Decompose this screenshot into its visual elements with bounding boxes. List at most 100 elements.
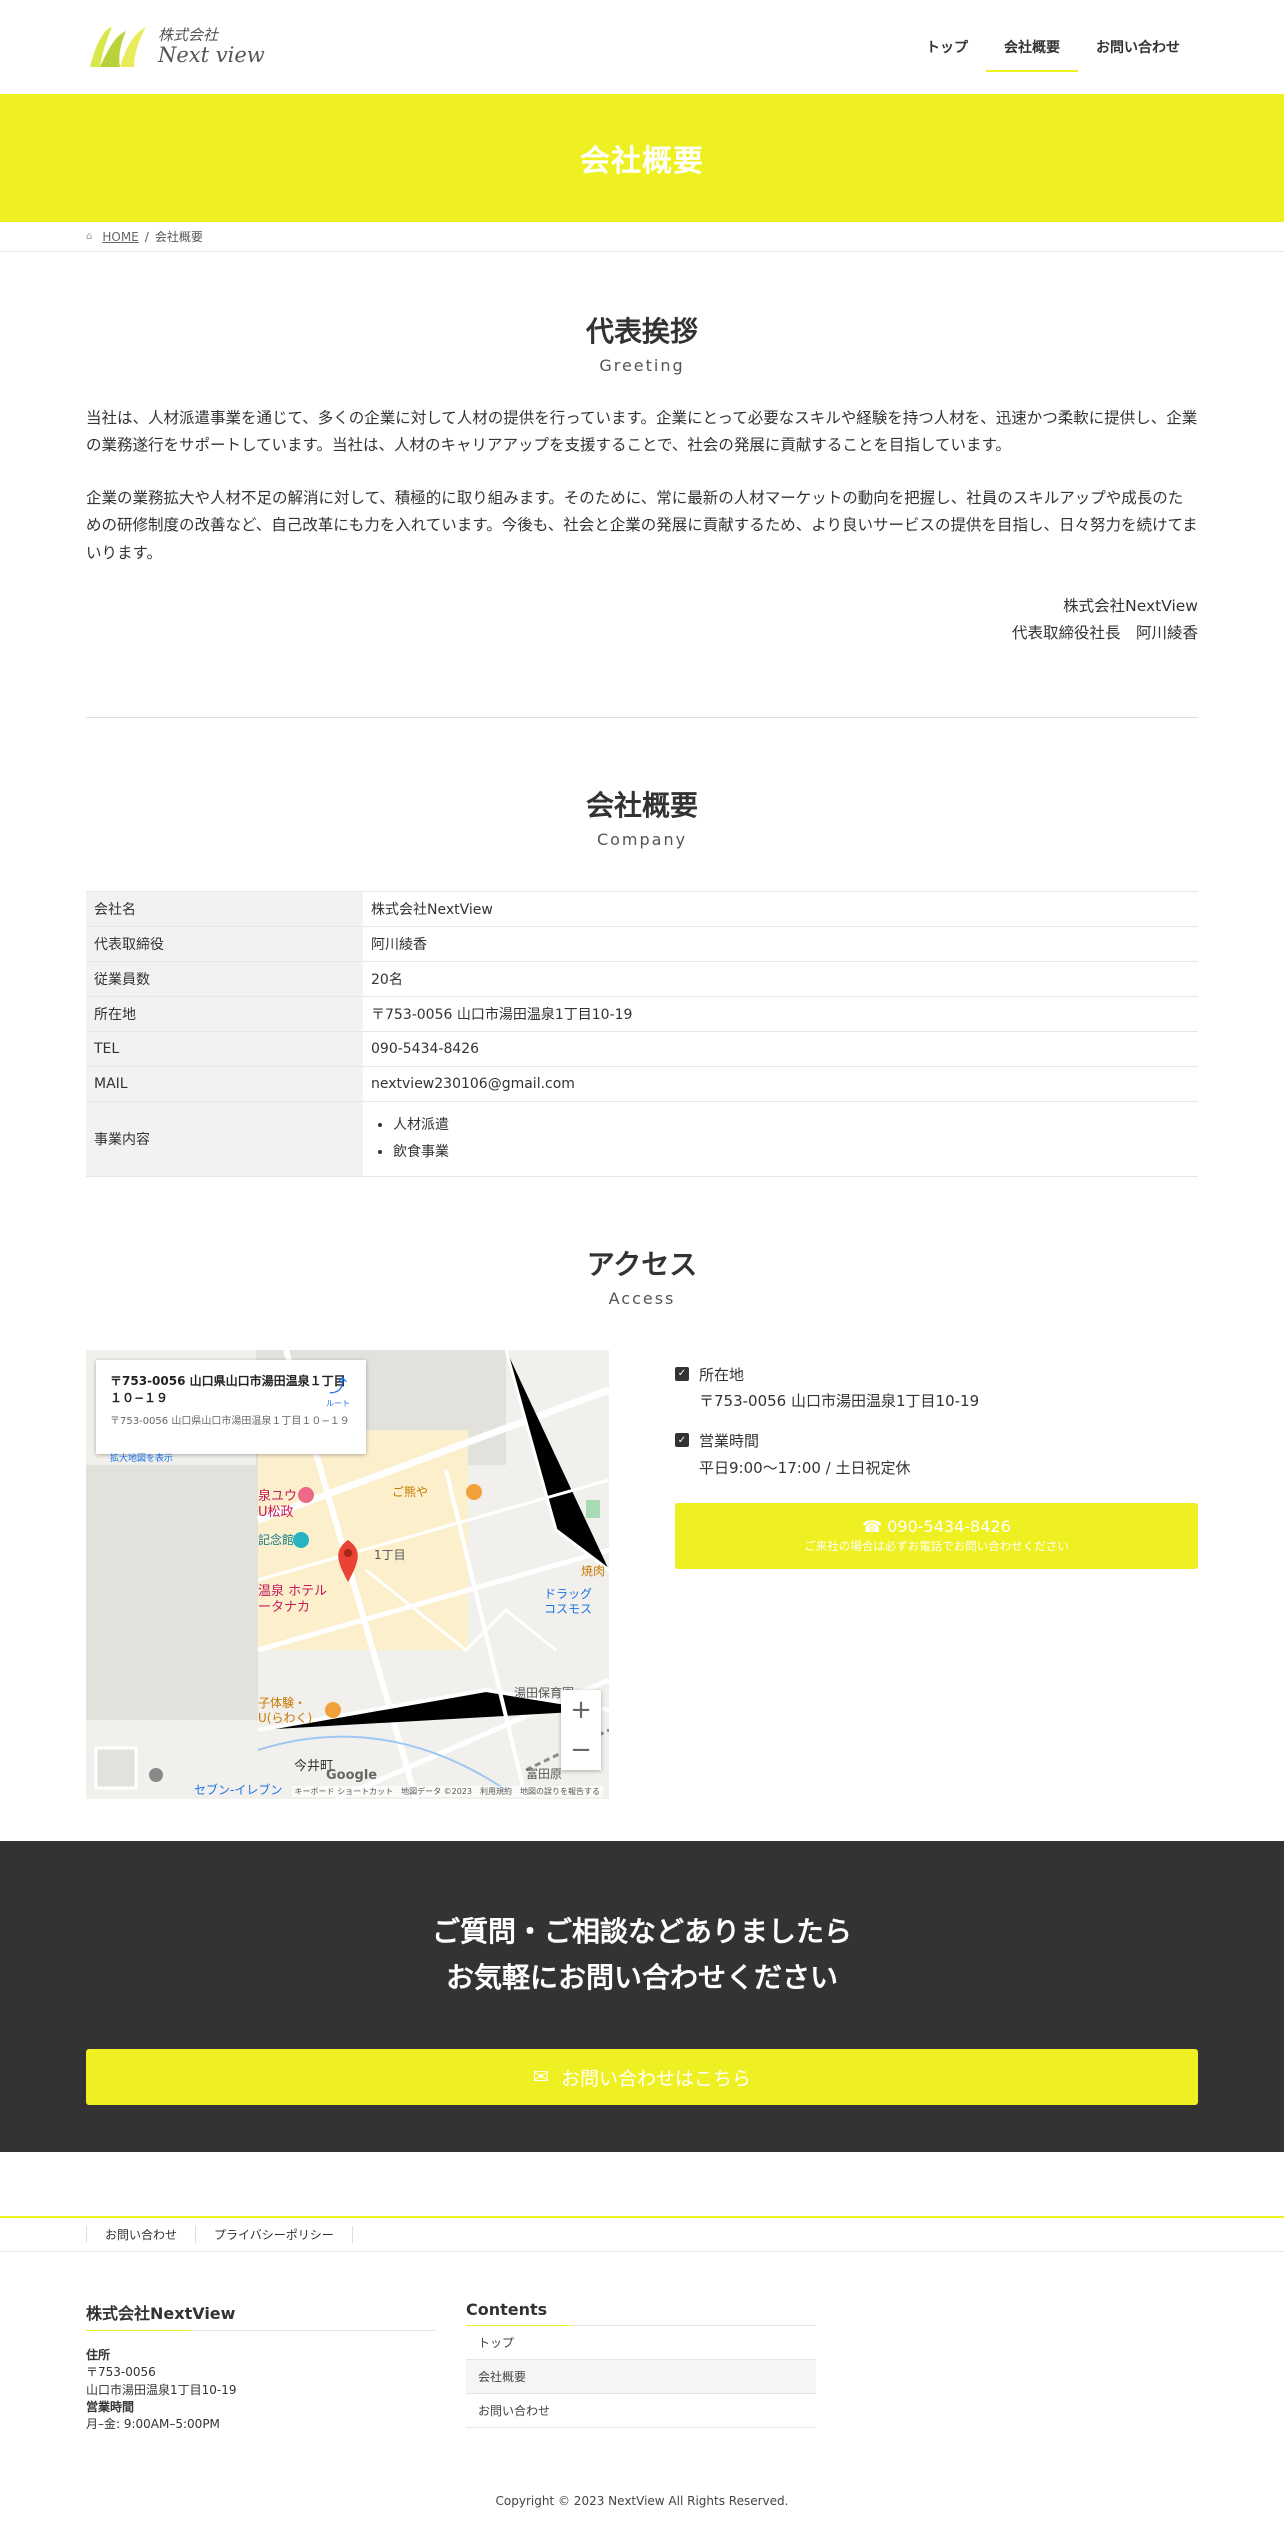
nav-top[interactable]: トップ — [908, 0, 986, 94]
row-label: 会社名 — [86, 890, 363, 927]
logo-big-text: Next view — [158, 42, 265, 67]
google-logo: Google — [326, 1767, 378, 1783]
footer-link-company[interactable]: 会社概要 — [466, 2359, 816, 2394]
home-icon: ⌂ — [86, 231, 93, 242]
company-heading: 会社概要 Company — [86, 784, 1198, 849]
row-value: 阿川綾香 — [363, 925, 1198, 962]
footer-link-top[interactable]: トップ — [466, 2326, 816, 2360]
footer-contents-links: トップ 会社概要 お問い合わせ — [466, 2326, 816, 2428]
breadcrumb-home[interactable]: HOME — [102, 230, 138, 244]
table-row: 代表取締役 阿川綾香 — [86, 925, 1198, 962]
table-row: 会社名 株式会社NextView — [86, 890, 1198, 927]
signature-company: 株式会社NextView — [1063, 596, 1198, 615]
contact-cta: ご質問・ご相談などありましたら お気軽にお問い合わせください ✉ お問い合わせは… — [0, 1840, 1284, 2152]
footer-contents-widget: Contents トップ 会社概要 お問い合わせ — [466, 2300, 816, 2434]
access-heading: アクセス Access — [86, 1243, 1198, 1308]
business-list: 人材派遣 飲食事業 — [371, 1102, 1190, 1176]
table-row: 所在地 〒753-0056 山口市湯田温泉1丁目10-19 — [86, 995, 1198, 1032]
zoom-in-button[interactable]: + — [561, 1690, 601, 1730]
access-item-label: 営業時間 — [699, 1432, 760, 1451]
logo-text: 株式会社 Next view — [158, 27, 265, 67]
row-value: 20名 — [363, 960, 1198, 997]
greeting-heading: 代表挨拶 Greeting — [86, 310, 1198, 375]
list-item: 飲食事業 — [393, 1139, 1190, 1166]
access-item-value: 平日9:00〜17:00 / 土日祝定休 — [699, 1458, 911, 1477]
tel-button[interactable]: ☎ 090-5434-8426 ご来社の場合は必ずお電話でお問い合わせください — [675, 1502, 1198, 1569]
directions-label: ルート — [326, 1398, 350, 1408]
greeting-section: 代表挨拶 Greeting 当社は、人材派遣事業を通じて、多くの企業に対して人材… — [86, 252, 1198, 718]
tel-number: ☎ 090-5434-8426 — [862, 1517, 1011, 1536]
greeting-title: 代表挨拶 — [585, 315, 698, 348]
map-zoom-control: + − — [561, 1689, 601, 1770]
hours-label: 営業時間 — [86, 2400, 135, 2415]
mail-icon: ✉ — [532, 2066, 561, 2089]
page-title: 会社概要 — [580, 144, 704, 179]
map-label: U松政 — [258, 1505, 294, 1520]
cta-line-2: お気軽にお問い合わせください — [445, 1961, 838, 1995]
footer-nav-bar: お問い合わせ プライバシーポリシー — [0, 2215, 1284, 2252]
footer-contents-heading: Contents — [466, 2300, 816, 2326]
map-label: U(らわく) — [258, 1711, 312, 1725]
row-label: TEL — [86, 1030, 363, 1067]
signature-name: 代表取締役社長 阿川綾香 — [1011, 623, 1198, 642]
nav-company[interactable]: 会社概要 — [986, 0, 1078, 94]
greeting-signature: 株式会社NextView 代表取締役社長 阿川綾香 — [86, 593, 1198, 647]
row-value: nextview230106@gmail.com — [363, 1065, 1198, 1102]
company-title: 会社概要 — [585, 788, 698, 822]
row-label: 事業内容 — [86, 1100, 363, 1177]
tel-note: ご来社の場合は必ずお電話でお問い合わせください — [804, 1539, 1069, 1554]
footer-nav-privacy[interactable]: プライバシーポリシー — [195, 2225, 353, 2243]
check-icon: ✓ — [675, 1366, 689, 1381]
row-label: 従業員数 — [86, 960, 363, 997]
map-larger-link[interactable]: 拡大地図を表示 — [110, 1451, 352, 1464]
copyright: Copyright © 2023 NextView All Rights Res… — [495, 2493, 789, 2508]
greeting-subtitle: Greeting — [599, 356, 685, 375]
directions-button[interactable]: ⤴ ルート — [326, 1372, 350, 1409]
site-logo[interactable]: 株式会社 Next view — [86, 23, 265, 71]
table-row: 従業員数 20名 — [86, 960, 1198, 997]
company-subtitle: Company — [596, 829, 688, 849]
map-card-address: 〒753-0056 山口県山口市湯田温泉１丁目１０−１９ — [110, 1415, 350, 1427]
access-section: アクセス Access 泉ユウ U松政 ご熊や 記念館 1丁目 温泉 ホテル ー… — [86, 1177, 1198, 1799]
tel-number-text: 090-5434-8426 — [887, 1517, 1011, 1537]
footer-widgets: 株式会社NextView 住所 〒753-0056 山口市湯田温泉1丁目10-1… — [86, 2252, 1198, 2434]
map-label: 温泉 ホテル — [258, 1583, 327, 1599]
table-row: TEL 090-5434-8426 — [86, 1030, 1198, 1067]
map-label: 子体験・ — [258, 1695, 306, 1710]
directions-icon: ⤴ — [329, 1375, 347, 1397]
logo-mark-icon — [90, 27, 146, 67]
nav-contact[interactable]: お問い合わせ — [1078, 0, 1198, 94]
breadcrumb-current: 会社概要 — [154, 230, 203, 244]
footer-link-contact[interactable]: お問い合わせ — [466, 2394, 816, 2428]
main-content: 代表挨拶 Greeting 当社は、人材派遣事業を通じて、多くの企業に対して人材… — [86, 252, 1198, 1799]
map-label: セブン-イレブン — [194, 1782, 282, 1797]
greeting-paragraph: 当社は、人材派遣事業を通じて、多くの企業に対して人材の提供を行っています。企業に… — [86, 409, 1198, 455]
table-row: 事業内容 人材派遣 飲食事業 — [86, 1100, 1198, 1177]
google-map[interactable]: 泉ユウ U松政 ご熊や 記念館 1丁目 温泉 ホテル ータナカ 焼肉 ドラッグ … — [86, 1349, 609, 1799]
contact-button[interactable]: ✉ お問い合わせはこちら — [86, 2049, 1198, 2106]
contact-button-label: お問い合わせはこちら — [560, 2067, 751, 2090]
map-footer-links[interactable]: キーボード ショートカット 地図データ ©2023 利用規約 地図の誤りを報告す… — [291, 1785, 603, 1797]
row-label: MAIL — [86, 1065, 363, 1102]
page-header-band: 会社概要 — [0, 94, 1284, 222]
breadcrumb-bar: ⌂ HOME / 会社概要 — [0, 222, 1284, 252]
check-icon: ✓ — [675, 1433, 689, 1448]
map-card-title: 〒753-0056 山口県山口市湯田温泉１丁目１０−１９ — [110, 1373, 346, 1405]
table-row: MAIL nextview230106@gmail.com — [86, 1065, 1198, 1102]
access-item-label: 所在地 — [699, 1365, 745, 1384]
zoom-out-button[interactable]: − — [561, 1730, 601, 1770]
row-value: 株式会社NextView — [363, 890, 1198, 927]
map-label: 富田原 — [526, 1766, 562, 1781]
row-label: 代表取締役 — [86, 925, 363, 962]
map-info-card: 〒753-0056 山口県山口市湯田温泉１丁目１０−１９ 〒753-0056 山… — [96, 1359, 366, 1464]
list-item: 人材派遣 — [393, 1112, 1190, 1139]
map-label: 1丁目 — [374, 1548, 406, 1562]
address-text: 山口市湯田温泉1丁目10-19 — [86, 2382, 237, 2397]
map-label: ータナカ — [258, 1600, 310, 1615]
access-address-item: ✓ 所在地 〒753-0056 山口市湯田温泉1丁目10-19 — [675, 1362, 1198, 1415]
access-hours-item: ✓ 営業時間 平日9:00〜17:00 / 土日祝定休 — [675, 1428, 1198, 1481]
footer-nav-contact[interactable]: お問い合わせ — [86, 2225, 195, 2243]
hours-text: 月–金: 9:00AM–5:00PM — [86, 2417, 220, 2432]
access-body: 泉ユウ U松政 ご熊や 記念館 1丁目 温泉 ホテル ータナカ 焼肉 ドラッグ … — [86, 1349, 1198, 1799]
company-section: 会社概要 Company 会社名 株式会社NextView 代表取締役 阿川綾香 従… — [86, 718, 1198, 1177]
